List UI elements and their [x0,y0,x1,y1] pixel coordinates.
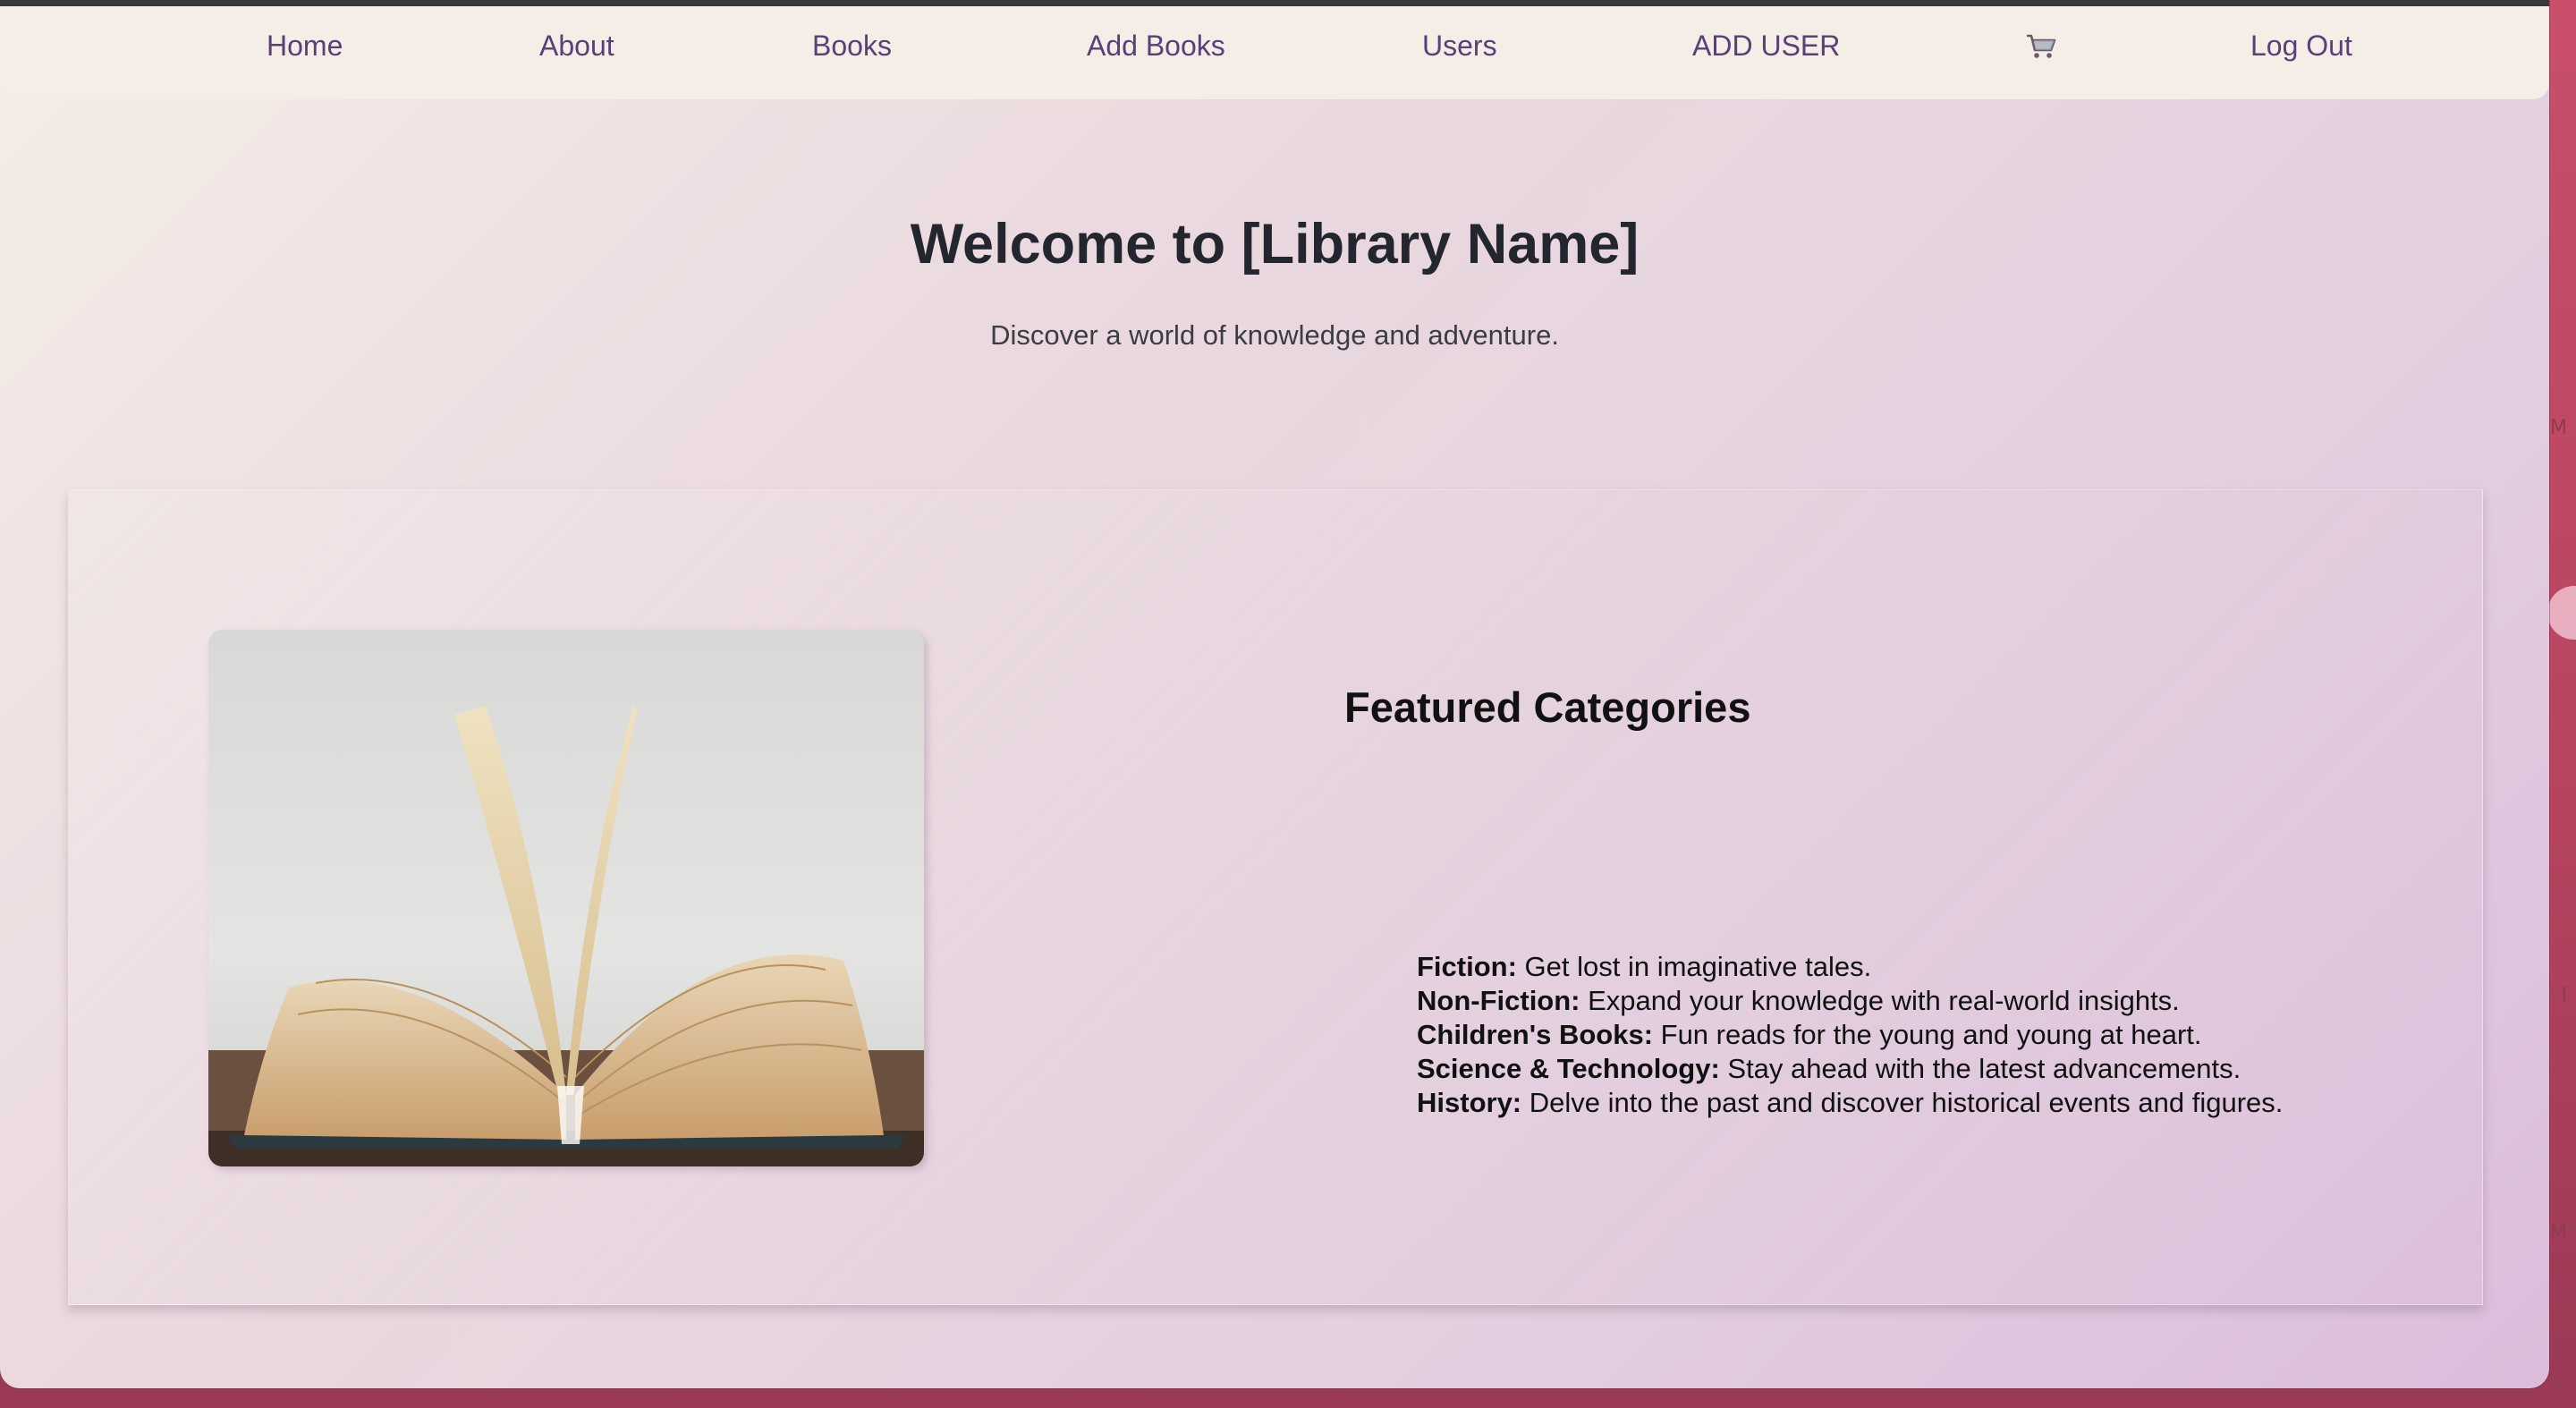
category-description: Fun reads for the young and young at hea… [1653,1019,2202,1050]
hero-title: Welcome to [Library Name] [910,213,1640,276]
featured-card: Featured Categories Fiction: Get lost in… [68,489,2483,1305]
category-name: Children's Books: [1417,1019,1654,1050]
category-item-childrens-books: Children's Books: Fun reads for the youn… [1417,1018,2283,1052]
category-name: Non-Fiction: [1417,985,1580,1016]
category-description: Expand your knowledge with real-world in… [1580,985,2180,1016]
desktop-glyph: M [2550,1222,2567,1244]
hero-subtitle: Discover a world of knowledge and advent… [990,319,1559,351]
categories-list: Fiction: Get lost in imaginative tales. … [1417,950,2283,1120]
category-name: History: [1417,1087,1522,1118]
nav-users-link[interactable]: Users [1422,30,1497,63]
category-description: Get lost in imaginative tales. [1516,951,1872,982]
open-book-image [208,630,924,1166]
desktop-shape [2547,586,2576,640]
navbar: Home About Books Add Books Users ADD USE… [0,6,2549,99]
nav-add-books-link[interactable]: Add Books [1087,30,1225,63]
nav-home-link[interactable]: Home [267,30,343,63]
nav-add-user-link[interactable]: ADD USER [1692,30,1840,63]
category-name: Fiction: [1417,951,1517,982]
browser-window: Home About Books Add Books Users ADD USE… [0,0,2549,1388]
desktop-glyph: I [2561,984,2568,1006]
category-name: Science & Technology: [1417,1053,1720,1084]
category-item-science-technology: Science & Technology: Stay ahead with th… [1417,1052,2283,1086]
category-item-history: History: Delve into the past and discove… [1417,1086,2283,1120]
shopping-cart-icon[interactable] [2025,33,2057,60]
nav-books-link[interactable]: Books [812,30,892,63]
category-item-fiction: Fiction: Get lost in imaginative tales. [1417,950,2283,984]
category-description: Stay ahead with the latest advancements. [1719,1053,2241,1084]
desktop-glyph: M [2550,417,2567,439]
category-description: Delve into the past and discover histori… [1521,1087,2284,1118]
featured-categories-title: Featured Categories [1344,683,1751,731]
nav-about-link[interactable]: About [539,30,614,63]
nav-logout-link[interactable]: Log Out [2250,30,2352,63]
category-item-non-fiction: Non-Fiction: Expand your knowledge with … [1417,984,2283,1018]
